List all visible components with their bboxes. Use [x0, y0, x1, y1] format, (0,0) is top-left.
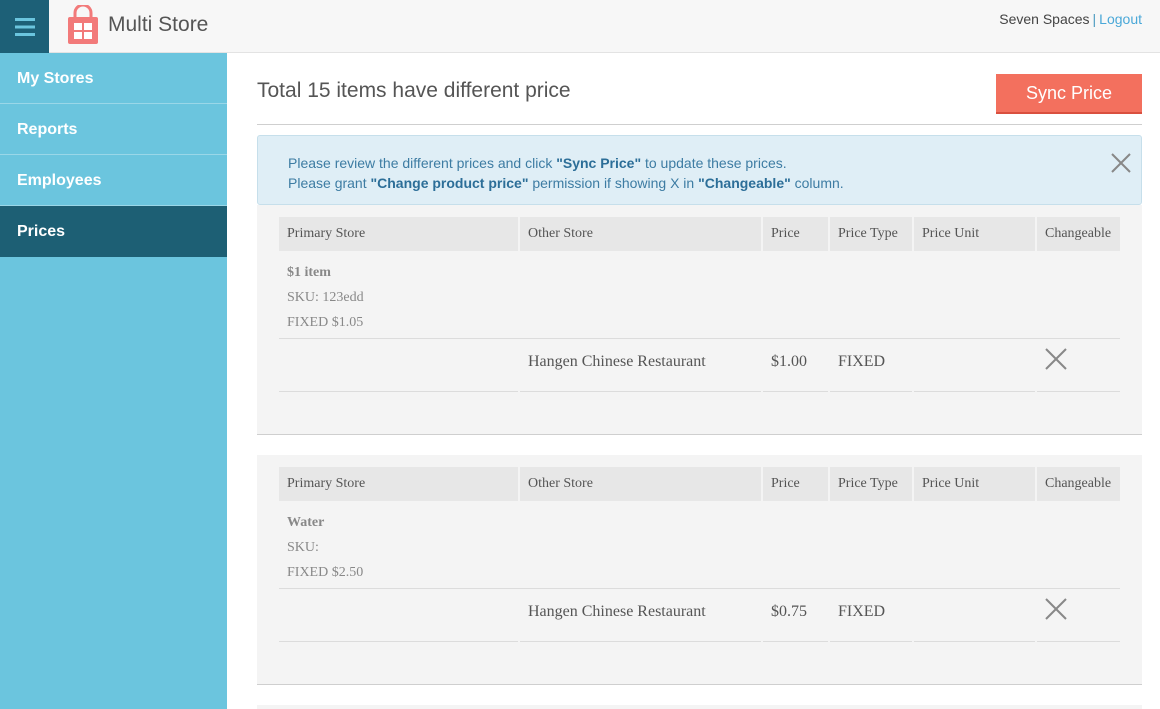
alert-bold: "Changeable": [698, 175, 791, 191]
alert-text: Please grant: [288, 175, 371, 191]
sidebar-item-my-stores[interactable]: My Stores: [0, 53, 227, 104]
user-area: Seven Spaces | Logout: [999, 11, 1142, 27]
price-type-cell: FIXED: [830, 339, 914, 392]
price-table: Primary Store Other Store Price Price Ty…: [279, 217, 1120, 392]
sidebar-item-employees[interactable]: Employees: [0, 155, 227, 206]
alert-text: to update these prices.: [641, 155, 787, 171]
price-type-cell: FIXED: [830, 589, 914, 642]
column-header: Other Store: [520, 467, 763, 501]
column-header: Changeable: [1045, 476, 1112, 491]
main-content: Total 15 items have different price Sync…: [257, 53, 1142, 709]
column-header: Primary Store: [279, 467, 520, 501]
item-sku: SKU:: [287, 540, 319, 555]
changeable-cell: [1037, 339, 1120, 392]
column-header: Primary Store: [279, 217, 520, 251]
hamburger-menu-button[interactable]: [0, 0, 49, 53]
price-unit-cell: [914, 589, 1037, 642]
changeable-cell: [1037, 589, 1120, 642]
item-name: $1 item: [287, 265, 331, 280]
column-header: Price Unit: [914, 467, 1037, 501]
store-logo-icon: [66, 3, 100, 50]
alert-text: permission if showing X in: [528, 175, 699, 191]
price-cell: $1.00: [763, 339, 830, 392]
alert-line-1: Please review the different prices and c…: [288, 153, 1111, 173]
price-table: Primary Store Other Store Price Price Ty…: [279, 467, 1120, 642]
column-header: Changeable: [1045, 226, 1112, 241]
alert-bold: "Sync Price": [556, 155, 642, 171]
close-icon[interactable]: [1110, 152, 1132, 174]
column-header: Other Store: [520, 217, 763, 251]
sidebar-item-reports[interactable]: Reports: [0, 104, 227, 155]
item-name: Water: [287, 515, 325, 530]
sidebar: My Stores Reports Employees Prices: [0, 53, 227, 709]
logout-link[interactable]: Logout: [1099, 11, 1142, 27]
primary-store-cell: [279, 589, 520, 642]
primary-store-info: Water SKU: FIXED $2.50: [279, 501, 1120, 589]
divider: [257, 124, 1142, 125]
item-primary-price: FIXED $1.05: [287, 315, 364, 330]
item-sku: SKU: 123edd: [287, 290, 364, 305]
column-header: Price Type: [830, 217, 914, 251]
alert-text: Please review the different prices and c…: [288, 155, 557, 171]
table-row: Hangen Chinese Restaurant $0.75 FIXED: [279, 589, 1120, 642]
alert-line-2: Please grant "Change product price" perm…: [288, 173, 1111, 193]
hamburger-icon: [14, 17, 35, 36]
alert-bold: "Change product price": [370, 175, 529, 191]
price-item-card: [257, 705, 1142, 709]
sidebar-item-prices[interactable]: Prices: [0, 206, 227, 257]
column-header: Price Unit: [914, 217, 1037, 251]
primary-store-info: $1 item SKU: 123edd FIXED $1.05: [279, 251, 1120, 339]
info-alert: Please review the different prices and c…: [257, 135, 1142, 205]
column-header: Price Type: [830, 467, 914, 501]
x-icon: [1045, 598, 1067, 620]
app-title: Multi Store: [108, 13, 209, 36]
table-header: Primary Store Other Store Price Price Ty…: [279, 217, 1120, 251]
user-name: Seven Spaces: [999, 11, 1090, 27]
column-header: Price: [763, 467, 830, 501]
price-item-card: Primary Store Other Store Price Price Ty…: [257, 205, 1142, 435]
table-row: Hangen Chinese Restaurant $1.00 FIXED: [279, 339, 1120, 392]
table-header: Primary Store Other Store Price Price Ty…: [279, 467, 1120, 501]
item-primary-price: FIXED $2.50: [287, 565, 364, 580]
other-store-cell: Hangen Chinese Restaurant: [520, 589, 763, 642]
top-bar: Multi Store Seven Spaces | Logout: [0, 0, 1160, 53]
sync-price-button[interactable]: Sync Price: [996, 74, 1142, 114]
price-cell: $0.75: [763, 589, 830, 642]
price-item-card: Primary Store Other Store Price Price Ty…: [257, 455, 1142, 685]
alert-text: column.: [790, 175, 844, 191]
column-header: Price: [763, 217, 830, 251]
other-store-cell: Hangen Chinese Restaurant: [520, 339, 763, 392]
price-unit-cell: [914, 339, 1037, 392]
separator: |: [1092, 11, 1097, 27]
page-title: Total 15 items have different price: [257, 79, 571, 102]
primary-store-cell: [279, 339, 520, 392]
x-icon: [1045, 348, 1067, 370]
